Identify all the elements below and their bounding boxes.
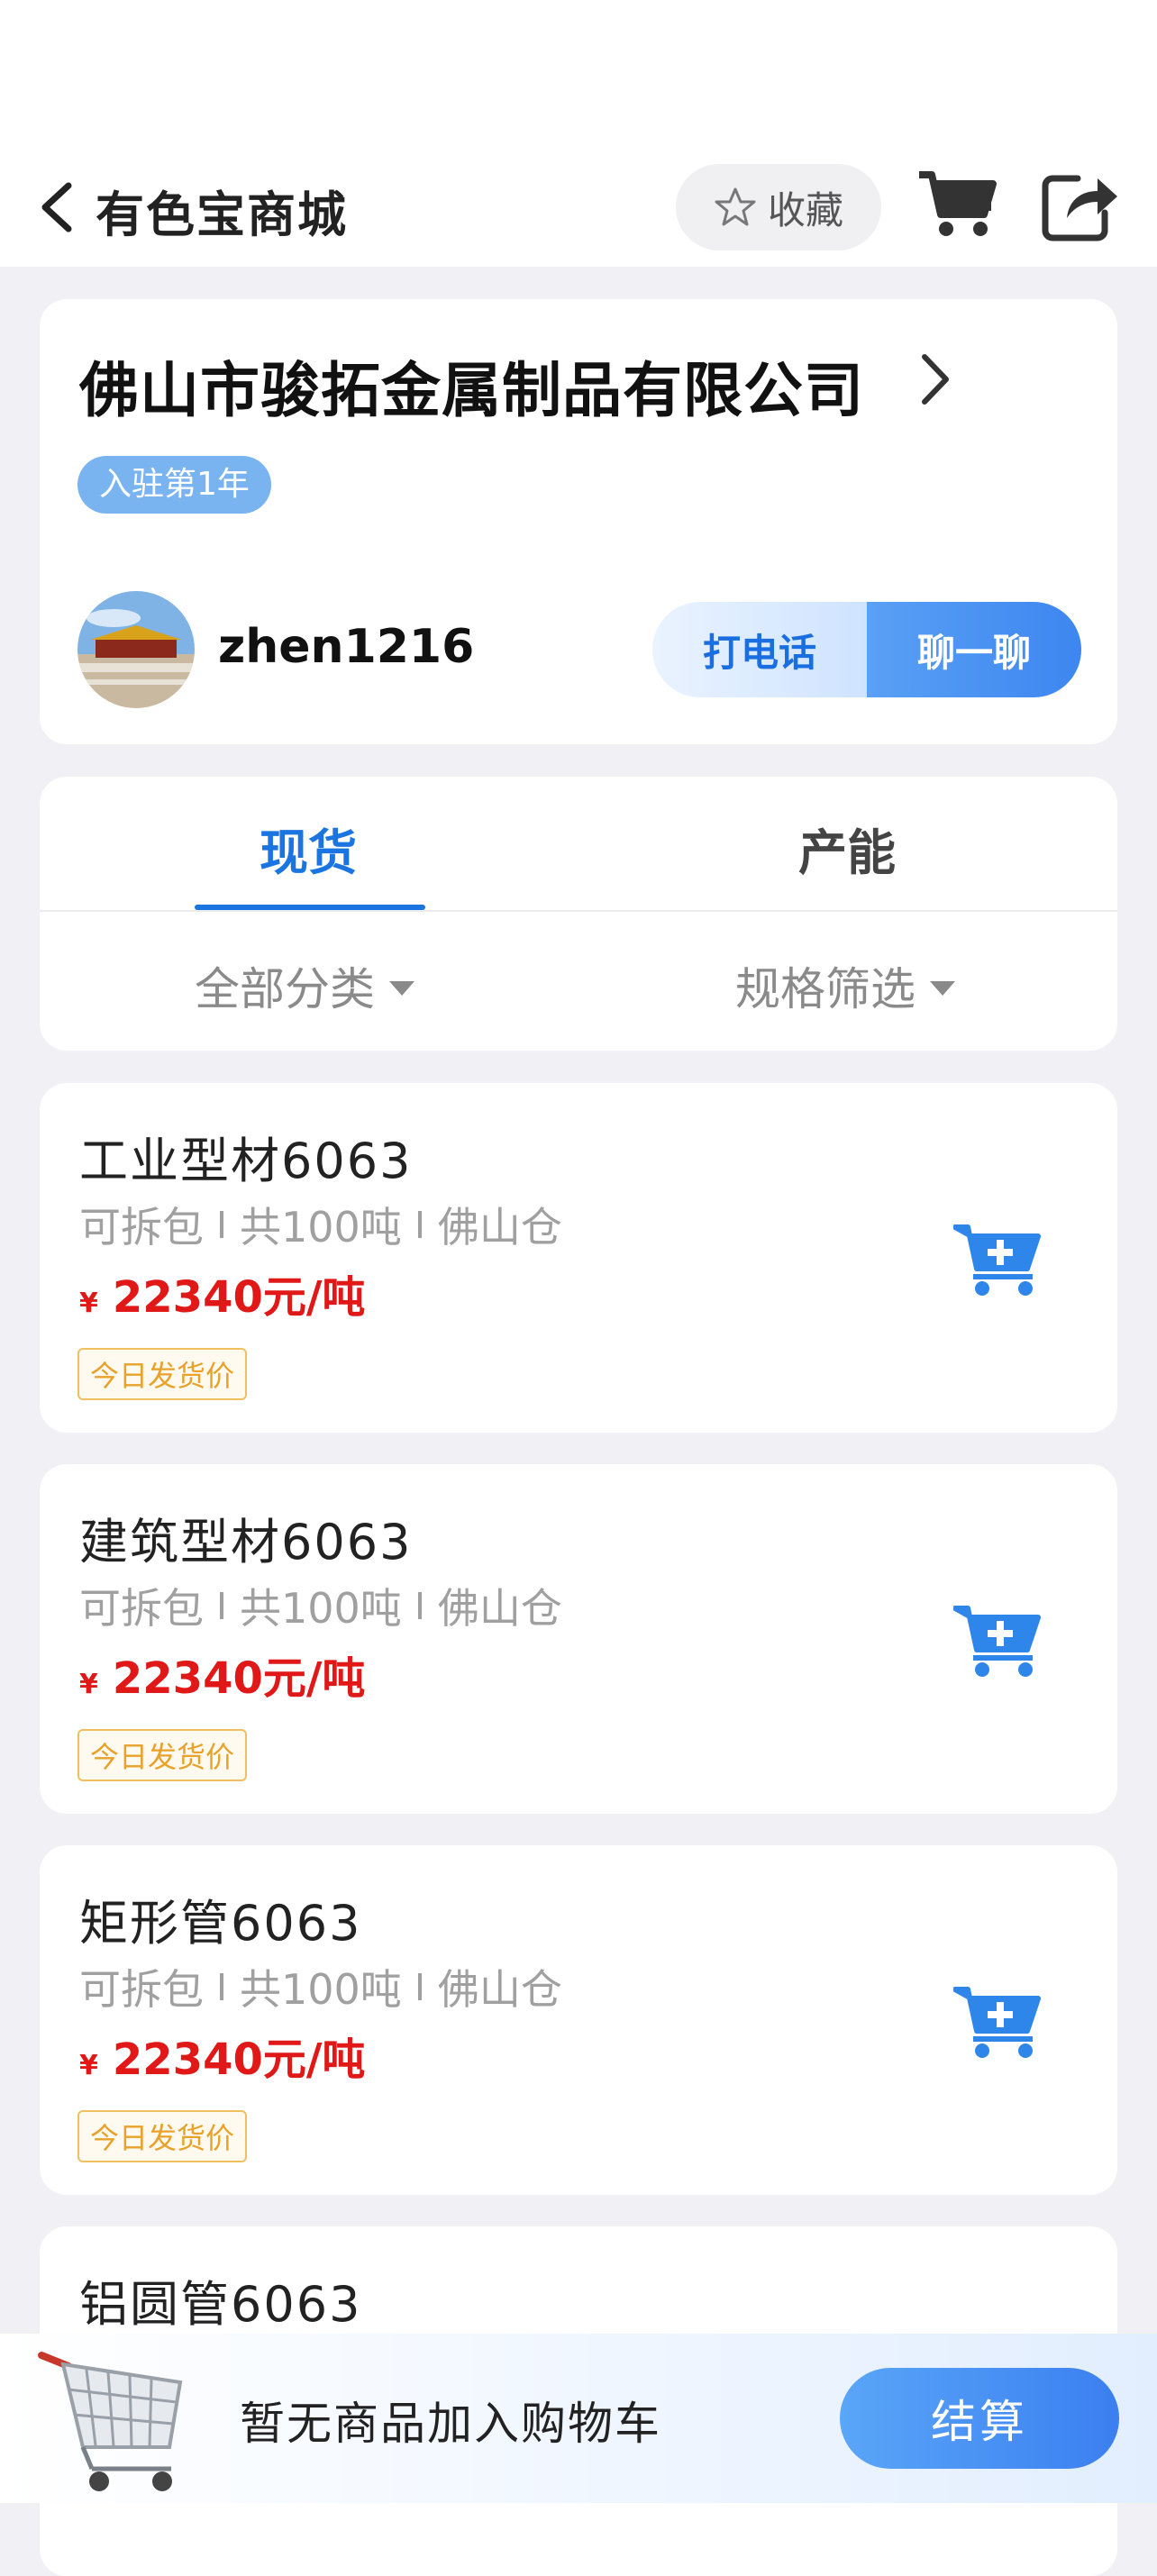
product-qty: 共100吨 bbox=[240, 1584, 402, 1633]
contact-buttons: 打电话 聊一聊 bbox=[652, 602, 1081, 697]
list-item[interactable]: 建筑型材6063 可拆包 共100吨 佛山仓 ¥ 22340元/吨 今日发货价 bbox=[40, 1464, 1117, 1814]
store-username: zhen1216 bbox=[218, 620, 475, 674]
separator bbox=[220, 1592, 223, 1619]
price-value: 22340元/吨 bbox=[112, 2034, 366, 2085]
shopping-cart-illustration[interactable] bbox=[36, 2343, 195, 2496]
product-meta: 可拆包 共100吨 佛山仓 bbox=[79, 1195, 562, 1254]
product-split: 可拆包 bbox=[79, 1584, 204, 1633]
spec-filter[interactable]: 规格筛选 bbox=[735, 953, 955, 1018]
price-tag: 今日发货价 bbox=[77, 1729, 248, 1781]
add-to-cart-icon[interactable] bbox=[953, 1603, 1043, 1679]
price-value: 22340元/吨 bbox=[112, 1272, 366, 1323]
tab-spot[interactable]: 现货 bbox=[260, 813, 357, 884]
category-filter[interactable]: 全部分类 bbox=[195, 953, 415, 1018]
share-icon[interactable] bbox=[1042, 168, 1119, 241]
separator bbox=[220, 1211, 223, 1238]
spec-filter-label: 规格筛选 bbox=[735, 963, 916, 1015]
tab-capacity[interactable]: 产能 bbox=[798, 813, 896, 884]
price-value: 22340元/吨 bbox=[112, 1653, 366, 1704]
product-warehouse: 佛山仓 bbox=[437, 1584, 562, 1633]
top-nav-bar: 有色宝商城 收藏 bbox=[0, 0, 1157, 267]
product-price: ¥ 22340元/吨 bbox=[79, 1643, 365, 1706]
price-tag: 今日发货价 bbox=[77, 1348, 248, 1400]
page-title: 有色宝商城 bbox=[96, 187, 348, 243]
store-card: 佛山市骏拓金属制品有限公司 入驻第1年 zhen1216 打电话 聊一聊 bbox=[40, 299, 1117, 744]
product-qty: 共100吨 bbox=[240, 1203, 402, 1252]
avatar[interactable] bbox=[77, 591, 195, 708]
product-name: 工业型材6063 bbox=[79, 1133, 413, 1189]
product-split: 可拆包 bbox=[79, 1203, 204, 1252]
checkout-button[interactable]: 结算 bbox=[840, 2368, 1119, 2469]
store-name[interactable]: 佛山市骏拓金属制品有限公司 bbox=[79, 342, 864, 429]
back-arrow-icon[interactable] bbox=[36, 180, 76, 234]
separator bbox=[417, 1973, 422, 2000]
product-name: 建筑型材6063 bbox=[79, 1514, 413, 1570]
separator bbox=[417, 1211, 422, 1238]
separator bbox=[417, 1592, 422, 1619]
list-item[interactable]: 工业型材6063 可拆包 共100吨 佛山仓 ¥ 22340元/吨 今日发货价 bbox=[40, 1083, 1117, 1433]
chevron-right-icon[interactable] bbox=[917, 350, 953, 409]
membership-badge: 入驻第1年 bbox=[77, 456, 271, 514]
favorite-button[interactable]: 收藏 bbox=[676, 164, 881, 250]
bottom-cart-bar: 暂无商品加入购物车 结算 bbox=[0, 2334, 1157, 2503]
separator bbox=[220, 1973, 223, 2000]
caret-down-icon bbox=[930, 981, 955, 996]
product-warehouse: 佛山仓 bbox=[437, 1203, 562, 1252]
list-item[interactable]: 矩形管6063 可拆包 共100吨 佛山仓 ¥ 22340元/吨 今日发货价 bbox=[40, 1845, 1117, 2195]
product-meta: 可拆包 共100吨 佛山仓 bbox=[79, 1576, 562, 1635]
empty-cart-text: 暂无商品加入购物车 bbox=[240, 2398, 661, 2450]
caret-down-icon bbox=[389, 981, 415, 996]
chat-button[interactable]: 聊一聊 bbox=[867, 602, 1081, 697]
currency-symbol: ¥ bbox=[79, 2050, 98, 2081]
add-to-cart-icon[interactable] bbox=[953, 1222, 1043, 1297]
currency-symbol: ¥ bbox=[79, 1288, 98, 1319]
product-name: 铝圆管6063 bbox=[79, 2276, 362, 2333]
product-name: 矩形管6063 bbox=[79, 1895, 362, 1952]
favorite-label: 收藏 bbox=[767, 187, 843, 232]
price-tag: 今日发货价 bbox=[77, 2110, 248, 2162]
product-split: 可拆包 bbox=[79, 1965, 204, 2014]
product-qty: 共100吨 bbox=[240, 1965, 402, 2014]
tabs-card: 现货 产能 全部分类 规格筛选 bbox=[40, 777, 1117, 1051]
add-to-cart-icon[interactable] bbox=[953, 1984, 1043, 2060]
product-price: ¥ 22340元/吨 bbox=[79, 1261, 365, 1324]
category-filter-label: 全部分类 bbox=[195, 963, 375, 1015]
currency-symbol: ¥ bbox=[79, 1669, 98, 1700]
star-icon bbox=[715, 187, 756, 226]
divider bbox=[40, 910, 1117, 912]
product-price: ¥ 22340元/吨 bbox=[79, 2024, 365, 2087]
product-meta: 可拆包 共100吨 佛山仓 bbox=[79, 1957, 562, 2016]
cart-icon[interactable] bbox=[916, 168, 997, 240]
product-warehouse: 佛山仓 bbox=[437, 1965, 562, 2014]
call-button[interactable]: 打电话 bbox=[652, 602, 867, 697]
